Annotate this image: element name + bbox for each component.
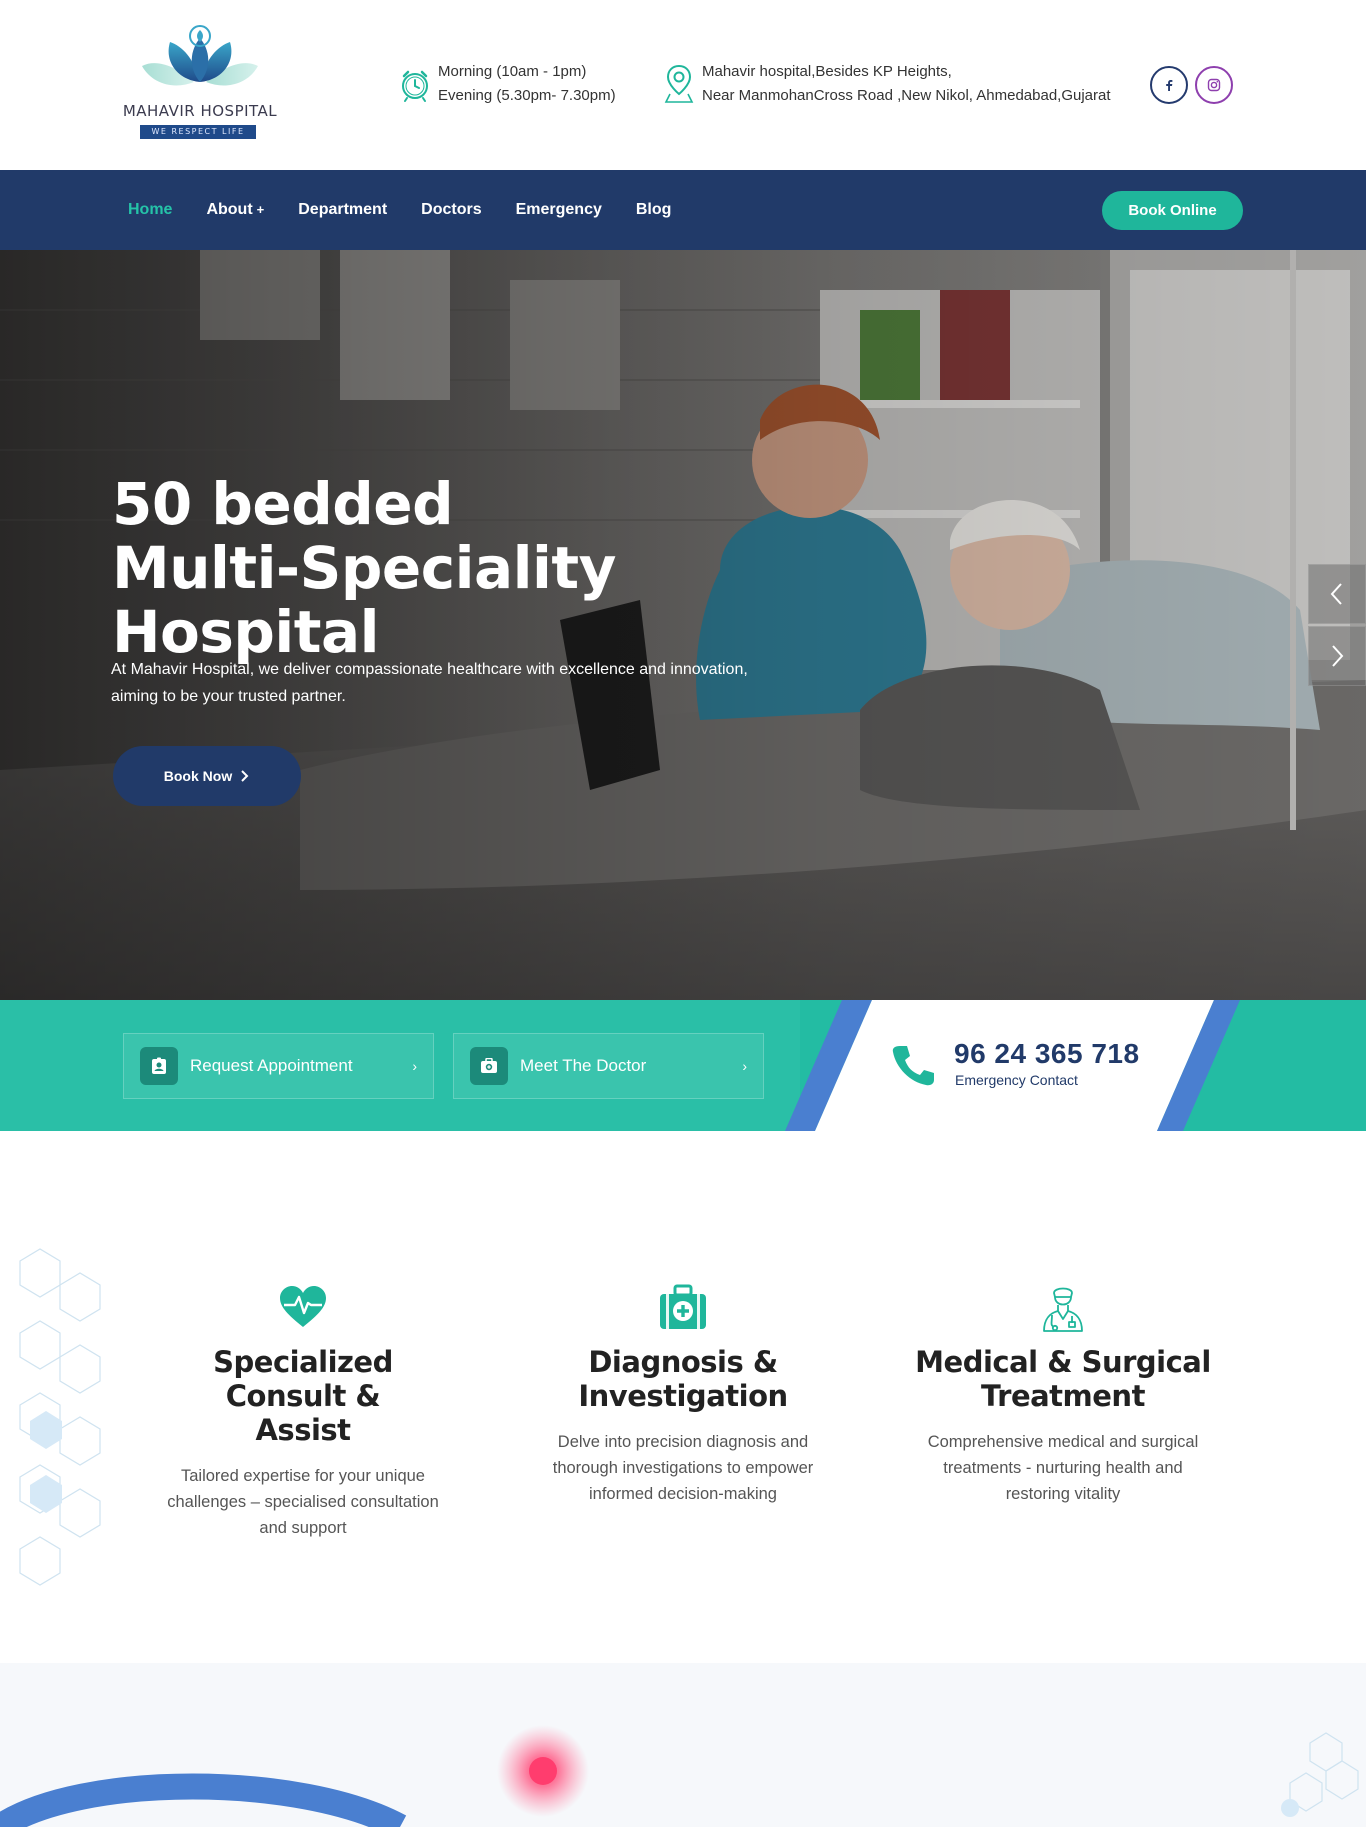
hexagon-pattern-decoration	[19, 1248, 101, 1586]
service-title: Diagnosis & Investigation	[533, 1345, 833, 1413]
address-line-2: Near ManmohanCross Road ,New Nikol, Ahme…	[702, 87, 1111, 104]
instagram-link[interactable]	[1195, 66, 1233, 104]
slider-next-button[interactable]	[1308, 626, 1366, 686]
morning-hours: Morning (10am - 1pm)	[438, 63, 587, 80]
service-title: Medical & Surgical Treatment	[913, 1345, 1213, 1413]
hero-title-line-2: Multi-Speciality Hospital	[112, 534, 616, 666]
nav-item-about[interactable]: About +	[206, 201, 264, 219]
nav-item-doctors[interactable]: Doctors	[421, 201, 481, 219]
service-card-consult: Specialized Consult & Assist Tailored ex…	[153, 1283, 453, 1541]
service-title-line-1: Specialized Consult &	[213, 1345, 393, 1413]
service-card-treatment: Medical & Surgical Treatment Comprehensi…	[913, 1283, 1213, 1507]
map-pin-icon	[664, 64, 694, 103]
hero-slider: 50 bedded Multi-Speciality Hospital At M…	[0, 250, 1366, 1000]
hero-description: At Mahavir Hospital, we deliver compassi…	[111, 656, 811, 710]
chevron-right-icon	[1332, 645, 1344, 667]
main-navigation: Home About + Department Doctors Emergency…	[0, 170, 1366, 250]
phone-icon	[892, 1046, 934, 1086]
logo-tagline: WE RESPECT LIFE	[140, 125, 256, 139]
facebook-icon	[1166, 80, 1173, 91]
chevron-right-icon	[241, 770, 249, 782]
service-card-diagnosis: Diagnosis & Investigation Delve into pre…	[533, 1283, 833, 1507]
hero-description-line-2: aiming to be your trusted partner.	[111, 688, 346, 705]
nav-item-department[interactable]: Department	[298, 201, 387, 219]
book-now-label: Book Now	[163, 768, 233, 784]
lotus-logo-icon	[142, 25, 258, 86]
service-description: Delve into precision diagnosis and thoro…	[552, 1433, 814, 1503]
emergency-phone-number[interactable]: 96 24 365 718	[954, 1038, 1140, 1070]
book-now-button[interactable]: Book Now	[113, 746, 301, 806]
nav-item-blog[interactable]: Blog	[636, 201, 672, 219]
service-title-line-1: Medical & Surgical	[915, 1345, 1211, 1379]
evening-hours: Evening (5.30pm- 7.30pm)	[438, 87, 616, 104]
service-description: Comprehensive medical and surgical treat…	[927, 1433, 1199, 1503]
about-section-decoration	[0, 1725, 1359, 1827]
facebook-link[interactable]	[1150, 66, 1188, 104]
service-title-line-2: Investigation	[578, 1379, 788, 1413]
opening-hours: Morning (10am - 1pm) Evening (5.30pm- 7.…	[398, 60, 616, 108]
doctor-icon	[1043, 1287, 1083, 1332]
emergency-contact-caption: Emergency Contact	[955, 1072, 1078, 1088]
logo-name: MAHAVIR HOSPITAL	[122, 102, 278, 120]
nav-item-emergency[interactable]: Emergency	[516, 201, 602, 219]
slider-previous-button[interactable]	[1308, 564, 1366, 624]
meet-the-doctor-label: Meet The Doctor	[520, 1056, 647, 1075]
chevron-left-icon	[1330, 583, 1342, 605]
nav-expand-plus-icon: +	[256, 202, 265, 217]
chevron-right-icon: ›	[412, 1058, 417, 1074]
service-title-line-2: Assist	[255, 1413, 351, 1447]
service-description: Tailored expertise for your unique chall…	[167, 1467, 439, 1537]
doctor-bag-icon	[470, 1047, 508, 1085]
hospital-logo[interactable]: MAHAVIR HOSPITAL WE RESPECT LIFE	[120, 24, 280, 146]
chevron-right-icon: ›	[742, 1058, 747, 1074]
top-header: MAHAVIR HOSPITAL WE RESPECT LIFE Morning…	[0, 0, 1366, 170]
service-title-line-1: Diagnosis &	[588, 1345, 778, 1379]
nav-item-about-label: About	[206, 201, 253, 218]
quick-actions-strip: Request Appointment › Meet The Doctor › …	[0, 1000, 1366, 1131]
hero-description-line-1: At Mahavir Hospital, we deliver compassi…	[111, 661, 748, 678]
medical-kit-icon	[660, 1284, 706, 1329]
request-appointment-label: Request Appointment	[190, 1056, 353, 1075]
meet-the-doctor-button[interactable]: Meet The Doctor ›	[453, 1033, 764, 1099]
service-title: Specialized Consult & Assist	[153, 1345, 453, 1447]
services-section: Specialized Consult & Assist Tailored ex…	[0, 1131, 1366, 1663]
appointment-badge-icon	[140, 1047, 178, 1085]
alarm-clock-icon	[402, 70, 428, 102]
hero-title-line-1: 50 bedded	[112, 470, 454, 538]
about-section-preview	[0, 1663, 1366, 1827]
nav-item-home[interactable]: Home	[128, 201, 172, 219]
hospital-address: Mahavir hospital,Besides KP Heights, Nea…	[662, 60, 1111, 108]
service-title-line-2: Treatment	[981, 1379, 1145, 1413]
request-appointment-button[interactable]: Request Appointment ›	[123, 1033, 434, 1099]
hero-title: 50 bedded Multi-Speciality Hospital	[112, 472, 872, 664]
instagram-icon	[1207, 78, 1221, 92]
address-line-1: Mahavir hospital,Besides KP Heights,	[702, 63, 952, 80]
book-online-button[interactable]: Book Online	[1102, 191, 1243, 230]
heartbeat-icon	[280, 1286, 326, 1327]
